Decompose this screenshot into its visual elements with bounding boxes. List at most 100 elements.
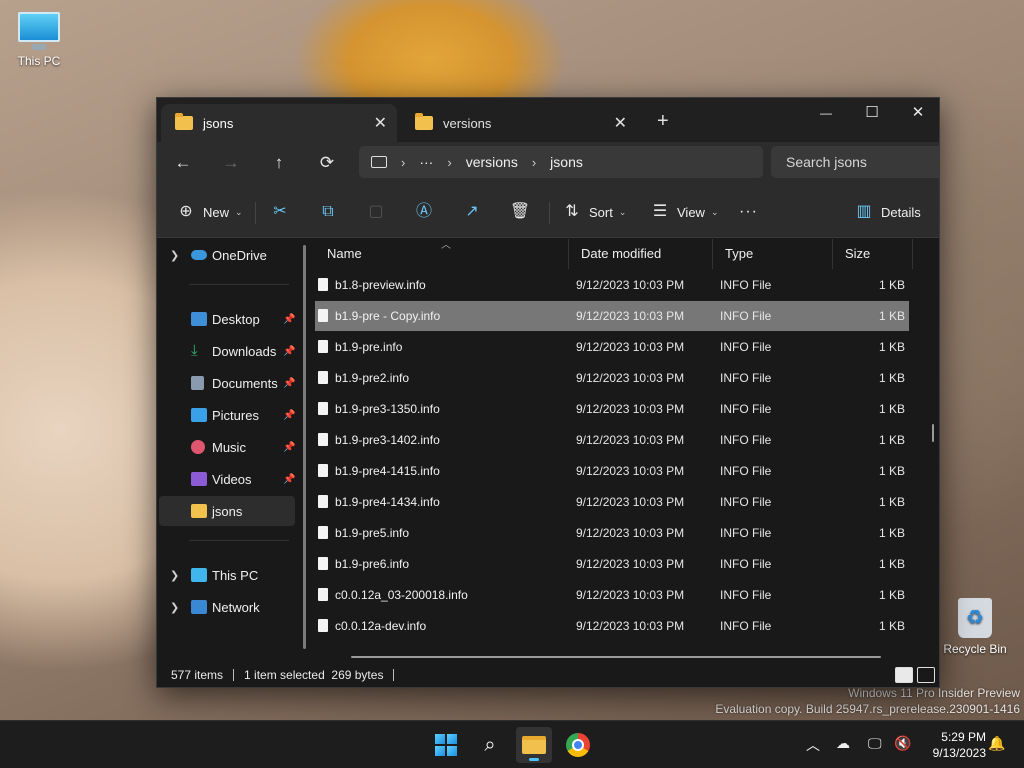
table-row[interactable]: b1.9-pre4-1415.info 9/12/2023 10:03 PM INF… bbox=[315, 456, 909, 486]
sidebar-item-music[interactable]: Music 📌 bbox=[159, 432, 295, 462]
column-header-name[interactable]: Name ︿ bbox=[315, 239, 569, 269]
maximize-button[interactable]: ☐ bbox=[849, 98, 895, 128]
breadcrumb-versions[interactable]: versions bbox=[466, 154, 518, 170]
table-row[interactable]: b1.9-pre2.info 9/12/2023 10:03 PM INFO Fil… bbox=[315, 363, 909, 393]
chrome-taskbar-button[interactable] bbox=[560, 727, 596, 763]
tab-versions[interactable]: versions ✕ bbox=[401, 104, 637, 142]
status-divider bbox=[233, 669, 235, 681]
table-row[interactable]: b1.8-preview.info 9/12/2023 10:03 PM INFO … bbox=[315, 270, 909, 300]
chevron-right-icon: › bbox=[401, 154, 406, 170]
sidebar-scrollbar[interactable] bbox=[303, 245, 306, 649]
tab-jsons[interactable]: jsons ✕ bbox=[161, 104, 397, 142]
table-row[interactable]: c0.0.12a-dev.info 9/12/2023 10:03 PM INFO … bbox=[315, 611, 909, 641]
clock[interactable]: 5:29 PM 9/13/2023 bbox=[920, 729, 986, 761]
sidebar-item-pictures[interactable]: Pictures 📌 bbox=[159, 400, 295, 430]
vertical-scrollbar[interactable] bbox=[932, 424, 934, 442]
chevron-right-icon[interactable]: ❯ bbox=[170, 569, 179, 582]
file-size: 1 KB bbox=[878, 588, 905, 602]
new-tab-button[interactable]: + bbox=[657, 110, 669, 133]
rename-button[interactable]: Ⓐ bbox=[413, 198, 435, 226]
sort-icon: ⇅ bbox=[565, 203, 579, 220]
close-tab-icon[interactable]: ✕ bbox=[374, 113, 387, 133]
show-hidden-icons-icon[interactable]: ︿ bbox=[806, 735, 820, 755]
table-row[interactable]: b1.9-pre3-1350.info 9/12/2023 10:03 PM INF… bbox=[315, 394, 909, 424]
sidebar-item-documents[interactable]: Documents 📌 bbox=[159, 368, 295, 398]
desktop-icon-this-pc[interactable]: This PC bbox=[4, 12, 74, 68]
share-button[interactable]: ↗ bbox=[461, 198, 483, 226]
cut-button[interactable]: ✂ bbox=[269, 198, 291, 226]
chevron-right-icon[interactable]: ❯ bbox=[170, 601, 179, 614]
table-row[interactable]: c0.0.12a_03-200018.info 9/12/2023 10:03 P… bbox=[315, 580, 909, 610]
new-button[interactable]: ⊕ New ⌄ bbox=[175, 198, 242, 226]
up-button[interactable]: ↑ bbox=[265, 150, 293, 176]
plus-circle-icon: ⊕ bbox=[179, 203, 193, 220]
column-header-size[interactable]: Size bbox=[833, 239, 913, 269]
delete-button[interactable]: 🗑 bbox=[509, 198, 531, 226]
file-date: 9/12/2023 10:03 PM bbox=[576, 526, 685, 540]
details-view-button[interactable] bbox=[895, 667, 913, 683]
sidebar-item-network[interactable]: ❯ Network bbox=[159, 592, 295, 622]
desktop-icon-recycle-bin[interactable]: ♻ Recycle Bin bbox=[940, 598, 1010, 656]
file-icon bbox=[318, 495, 328, 508]
search-button[interactable]: ⌕ bbox=[472, 727, 508, 763]
file-size: 1 KB bbox=[878, 340, 905, 354]
sidebar-divider bbox=[189, 284, 289, 285]
sidebar-item-label: Music bbox=[212, 439, 246, 455]
forward-button[interactable]: → bbox=[217, 150, 245, 176]
chevron-right-icon: › bbox=[447, 154, 452, 170]
folder-icon bbox=[175, 113, 193, 130]
file-icon bbox=[318, 402, 328, 415]
table-row[interactable]: b1.9-pre5.info 9/12/2023 10:03 PM INFO Fil… bbox=[315, 518, 909, 548]
file-explorer-taskbar-button[interactable] bbox=[516, 727, 552, 763]
column-header-date[interactable]: Date modified bbox=[569, 239, 713, 269]
file-type: INFO File bbox=[720, 619, 772, 633]
close-window-button[interactable]: ✕ bbox=[895, 98, 939, 128]
table-row[interactable]: b1.9-pre4-1434.info 9/12/2023 10:03 PM INF… bbox=[315, 487, 909, 517]
table-row[interactable]: b1.9-pre6.info 9/12/2023 10:03 PM INFO Fil… bbox=[315, 549, 909, 579]
close-tab-icon[interactable]: ✕ bbox=[614, 113, 627, 133]
horizontal-scrollbar[interactable] bbox=[351, 656, 881, 658]
table-row[interactable]: b1.9-pre3-1402.info 9/12/2023 10:03 PM INF… bbox=[315, 425, 909, 455]
view-button[interactable]: ☰ View ⌄ bbox=[649, 198, 719, 226]
address-bar[interactable]: › ··· › versions › jsons bbox=[359, 146, 763, 178]
breadcrumb-overflow[interactable]: ··· bbox=[419, 154, 433, 170]
search-input[interactable]: Search jsons bbox=[771, 146, 939, 178]
pin-icon: 📌 bbox=[283, 409, 296, 421]
table-row[interactable]: b1.9-pre - Copy.info 9/12/2023 10:03 PM IN… bbox=[315, 301, 909, 331]
paste-button[interactable]: ▢ bbox=[365, 198, 387, 226]
sidebar-item-videos[interactable]: Videos 📌 bbox=[159, 464, 295, 494]
sort-ascending-icon: ︿ bbox=[441, 240, 451, 251]
sidebar-item-jsons[interactable]: jsons bbox=[159, 496, 295, 526]
column-header-type[interactable]: Type bbox=[713, 239, 833, 269]
sidebar-item-onedrive[interactable]: ❯ OneDrive bbox=[159, 240, 295, 270]
volume-muted-icon[interactable]: 🔇 bbox=[894, 735, 911, 752]
network-tray-icon[interactable]: 🖵 bbox=[868, 735, 882, 752]
more-options-button[interactable]: ··· bbox=[739, 198, 758, 226]
column-label: Size bbox=[845, 246, 871, 261]
navigation-pane: ❯ OneDrive Desktop 📌 ⤓ Downloads 📌 Docum… bbox=[157, 239, 309, 662]
sidebar-item-desktop[interactable]: Desktop 📌 bbox=[159, 304, 295, 334]
copy-button[interactable]: ⧉ bbox=[317, 198, 339, 226]
onedrive-tray-icon[interactable]: ☁ bbox=[836, 735, 850, 752]
sidebar-item-this-pc[interactable]: ❯ This PC bbox=[159, 560, 295, 590]
sort-button[interactable]: ⇅ Sort ⌄ bbox=[561, 198, 626, 226]
minimize-button[interactable]: — bbox=[803, 98, 849, 128]
back-button[interactable]: ← bbox=[169, 150, 197, 176]
refresh-button[interactable]: ⟳ bbox=[313, 150, 341, 176]
chevron-right-icon[interactable]: ❯ bbox=[170, 249, 179, 262]
chevron-right-icon: › bbox=[531, 154, 537, 170]
table-row[interactable]: b1.9-pre.info 9/12/2023 10:03 PM INFO File… bbox=[315, 332, 909, 362]
new-label: New bbox=[203, 204, 230, 220]
details-pane-button[interactable]: ▥ Details bbox=[853, 198, 920, 226]
sort-label: Sort bbox=[589, 204, 613, 220]
file-name: b1.9-pre5.info bbox=[335, 526, 410, 540]
breadcrumb-jsons[interactable]: jsons bbox=[550, 154, 583, 170]
file-name: b1.9-pre - Copy.info bbox=[335, 309, 441, 323]
sidebar-item-downloads[interactable]: ⤓ Downloads 📌 bbox=[159, 336, 295, 366]
view-label: View bbox=[677, 204, 705, 220]
computer-icon bbox=[371, 156, 387, 168]
start-button[interactable] bbox=[428, 727, 464, 763]
this-pc-icon bbox=[191, 568, 207, 582]
tiles-view-button[interactable] bbox=[917, 667, 935, 683]
notification-bell-icon[interactable]: 🔔 bbox=[988, 735, 1005, 752]
